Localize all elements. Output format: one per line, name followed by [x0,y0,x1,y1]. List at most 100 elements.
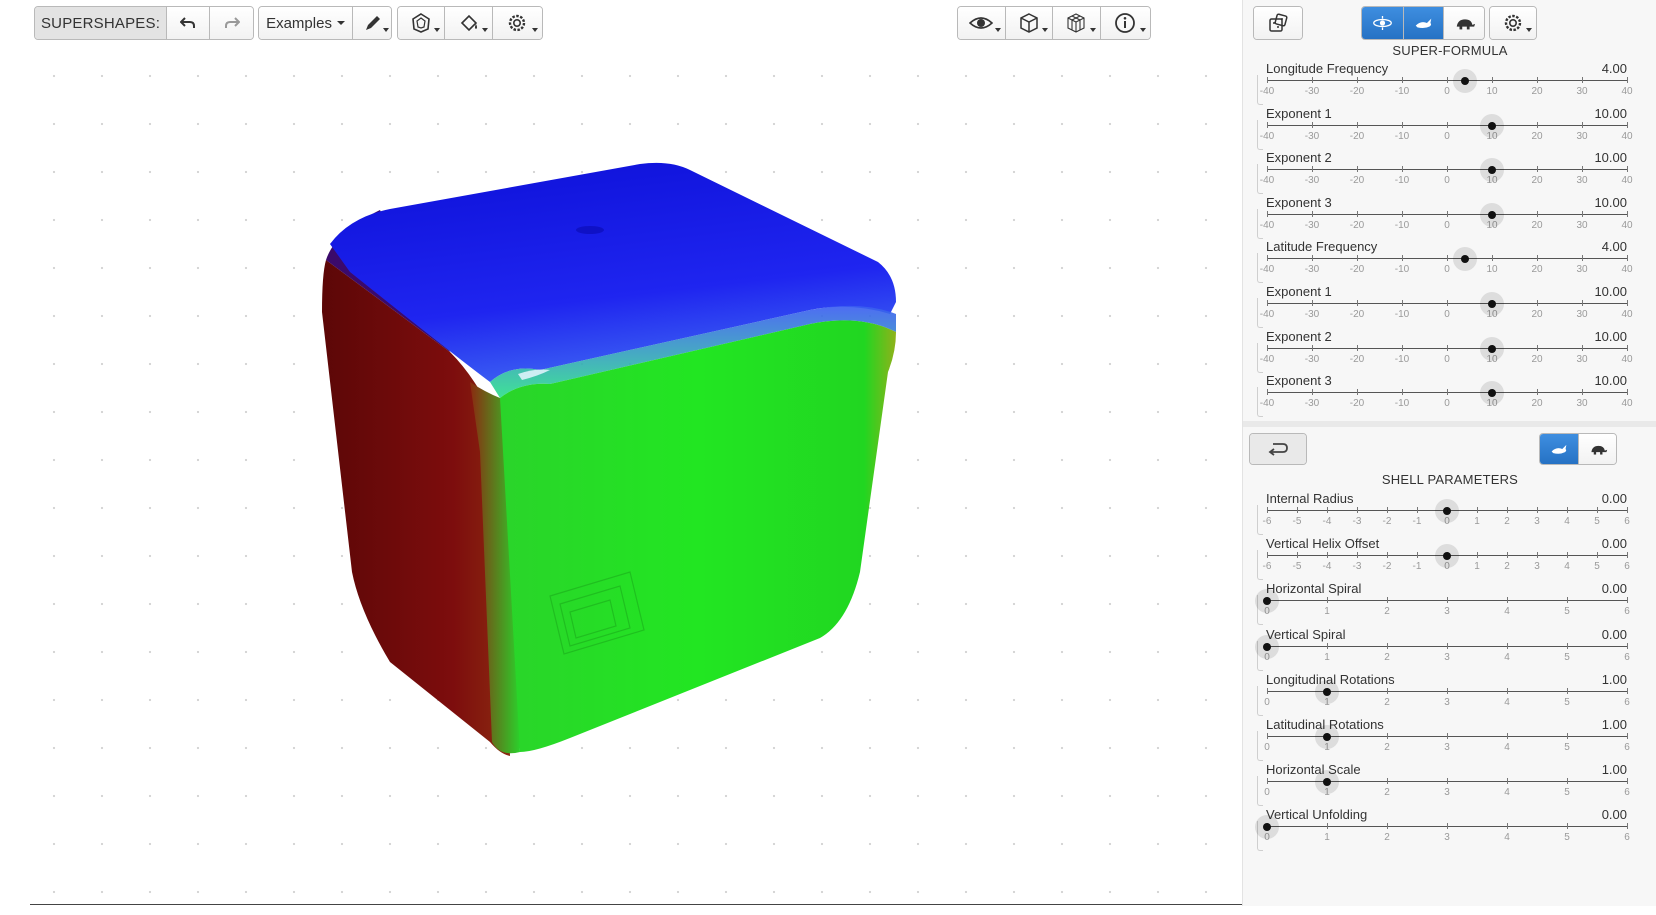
slider-tick [1537,344,1538,351]
slider-tick [1582,166,1583,173]
shell-slider[interactable]: Horizontal Spiral 0.00 0 1 2 3 4 5 6 [1255,581,1637,627]
slider-thumb[interactable] [1461,77,1469,85]
turtle-icon [1456,19,1476,30]
slow-animation-button[interactable] [1444,7,1484,39]
visibility-button[interactable] [958,7,1006,39]
slider-tick-label: 6 [1624,832,1630,844]
slider-tick [1327,552,1328,559]
orbit-view-button[interactable] [1362,7,1404,39]
slider-tick [1492,255,1493,262]
solid-view-button[interactable] [1005,7,1054,39]
slider-tick [1357,166,1358,173]
slider-value: 4.00 [1601,239,1627,255]
slider-thumb[interactable] [1263,642,1271,651]
superformula-slider[interactable]: Longitude Frequency 4.00 -40 -30 -20 -10 0 10 20… [1257,61,1637,107]
slider-tick-label: -30 [1304,264,1320,276]
slider-tick [1387,778,1388,785]
slider-tick [1387,823,1388,830]
slider-tick-label: -20 [1349,130,1365,142]
slider-tick [1357,507,1358,513]
panel-settings-button[interactable] [1490,7,1536,39]
slider-tick [1627,210,1628,217]
slider-thumb[interactable] [1488,121,1496,130]
slider-tick [1492,77,1493,83]
superformula-title: SUPER-FORMULA [1392,43,1508,58]
slider-tick-label: 5 [1564,651,1570,663]
slider-tick-label: 30 [1576,130,1588,142]
slider-tick [1582,300,1583,306]
slider-tick [1627,642,1628,649]
slider-label: Horizontal Scale [1266,762,1361,778]
slider-tick [1507,778,1508,785]
slider-tick [1537,300,1538,306]
shell-slider[interactable]: Longitudinal Rotations 1.00 0 1 2 3 4 5 6 [1257,672,1637,718]
slider-tick [1402,166,1403,173]
slider-thumb[interactable] [1488,300,1496,308]
slider-tick-label: 1 [1474,561,1480,573]
slider-tick [1447,823,1448,830]
shell-slider[interactable]: Vertical Unfolding 0.00 0 1 2 3 4 5 6 [1255,807,1637,853]
pencil-button[interactable] [353,7,391,39]
wireframe-view-button[interactable] [1053,7,1101,39]
slider-thumb[interactable] [1488,210,1496,219]
slider-thumb[interactable] [1443,507,1451,515]
randomize-button[interactable] [1254,7,1302,39]
slider-thumb[interactable] [1488,344,1496,353]
slider-tick [1402,121,1403,128]
superformula-slider[interactable]: Exponent 3 10.00 -40 -30 -20 -10 0 10 20 30 40 [1257,195,1637,241]
slider-tick-label: -30 [1304,309,1320,320]
superformula-slider[interactable]: Latitude Frequency 4.00 -40 -30 -20 -10 0 10 20 3… [1257,239,1637,285]
slider-tick-label: 1 [1324,606,1330,618]
3d-viewport[interactable] [30,52,1242,915]
examples-dropdown[interactable]: Examples [259,7,353,39]
slider-tick-label: -40 [1259,398,1275,410]
slider-tick-label: -30 [1304,398,1320,410]
dice-icon [1269,13,1288,32]
shell-slow-button[interactable] [1579,434,1616,464]
slider-tick-label: 20 [1531,398,1543,410]
fill-button[interactable] [445,7,493,39]
shell-slider[interactable]: Latitudinal Rotations 1.00 0 1 2 3 4 5 6 [1257,717,1637,763]
slider-tick [1402,210,1403,217]
shell-slider[interactable]: Vertical Helix Offset 0.00 -6 -5 -4 -3 -2 -1 0 1 2… [1257,536,1637,582]
slider-tick [1507,687,1508,694]
superformula-slider[interactable]: Exponent 2 10.00 -40 -30 -20 -10 0 10 20 30 40 [1257,329,1637,375]
slider-tick-label: 0 [1264,742,1270,753]
redo-button[interactable] [210,7,253,39]
slider-tick [1507,823,1508,830]
superformula-slider[interactable]: Exponent 2 10.00 -40 -30 -20 -10 0 10 20 30 40 [1257,150,1637,196]
wireframe-cube-icon [1067,13,1085,33]
info-button[interactable] [1100,7,1150,39]
slider-ticks [1267,300,1628,306]
slider-tick-label: 1 [1474,516,1480,527]
superformula-slider[interactable]: Exponent 1 10.00 -40 -30 -20 -10 0 10 20 30 40 [1257,106,1637,152]
fast-animation-button[interactable] [1404,7,1444,39]
slider-thumb[interactable] [1323,687,1331,696]
supershape-render[interactable] [30,52,1242,915]
slider-scale: -40 -30 -20 -10 0 10 20 30 40 [1260,354,1633,366]
shell-slider[interactable]: Vertical Spiral 0.00 0 1 2 3 4 5 6 [1255,626,1637,673]
redo-icon [224,17,240,28]
slider-ticks [1267,597,1628,604]
slider-tick-label: -20 [1349,309,1365,320]
slider-label: Exponent 2 [1266,150,1332,166]
examples-label: Examples [266,14,332,32]
superformula-slider[interactable]: Exponent 3 10.00 -40 -30 -20 -10 0 10 20 30 40 [1257,373,1637,419]
slider-thumb[interactable] [1323,733,1331,741]
shell-slider[interactable]: Internal Radius 0.00 -6 -5 -4 -3 -2 -1 0 1 2 3 4 5 6 [1257,491,1637,537]
random-toolbar [1253,6,1303,40]
orbit-view-icon [1373,16,1392,30]
slider-label: Vertical Spiral [1266,626,1346,642]
slider-tick [1582,344,1583,351]
undo-button[interactable] [167,7,211,39]
info-icon [1115,13,1136,33]
slider-tick [1567,778,1568,785]
back-button[interactable] [1250,434,1306,464]
slider-tick-label: -30 [1304,219,1320,231]
shape-button[interactable] [398,7,446,39]
settings-button[interactable] [492,7,542,39]
superformula-slider[interactable]: Exponent 1 10.00 -40 -30 -20 -10 0 10 20 30 40 [1257,284,1637,330]
shell-slider[interactable]: Horizontal Scale 1.00 0 1 2 3 4 5 6 [1257,762,1637,808]
shell-fast-button[interactable] [1540,434,1579,464]
slider-tick-label: 3 [1534,516,1540,527]
